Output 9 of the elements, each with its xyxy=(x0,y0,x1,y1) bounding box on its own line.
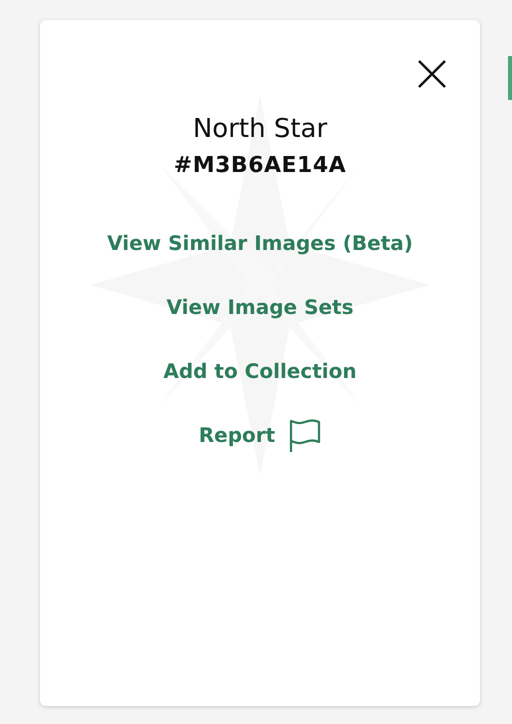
close-icon xyxy=(416,58,448,90)
action-link[interactable]: View Similar Images (Beta) xyxy=(107,226,413,262)
action-link[interactable]: View Image Sets xyxy=(166,290,354,326)
action-link[interactable]: Add to Collection xyxy=(163,354,357,390)
close-button[interactable] xyxy=(416,58,448,90)
image-code: #M3B6AE14A xyxy=(174,152,346,180)
image-title: North Star xyxy=(192,114,328,146)
report-link[interactable]: Report xyxy=(198,418,322,454)
flag-icon xyxy=(289,418,322,453)
